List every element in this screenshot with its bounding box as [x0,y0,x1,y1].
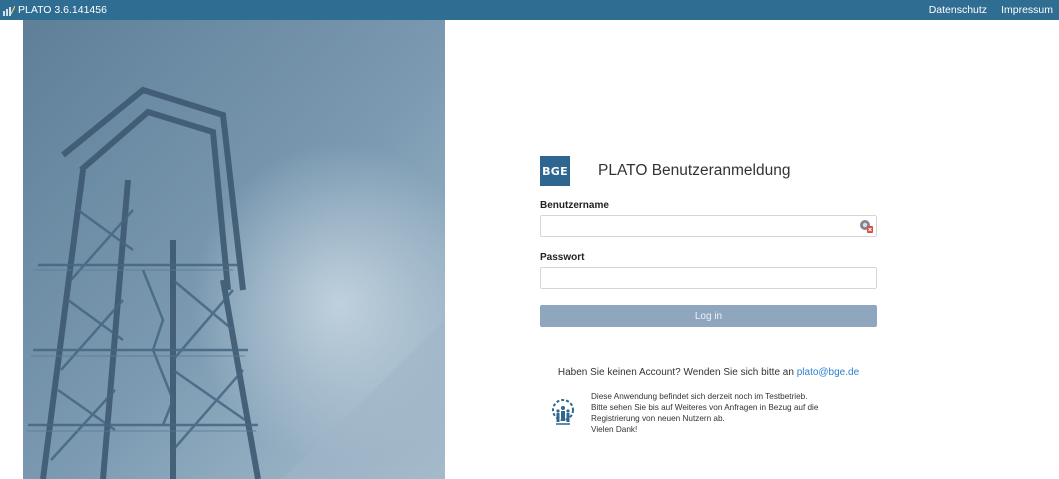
username-label: Benutzername [540,200,609,211]
password-field-wrapper [540,267,877,289]
login-title: PLATO Benutzeranmeldung [598,162,791,179]
hero-illustration [23,20,445,479]
support-email-link[interactable]: plato@bge.de [797,367,859,378]
test-mode-notice: Diese Anwendung befindet sich derzeit no… [550,391,877,435]
password-input[interactable] [540,267,877,289]
password-label: Passwort [540,252,585,263]
username-field-wrapper [540,215,877,237]
username-input[interactable] [540,215,877,237]
app-version-label: PLATO 3.6.141456 [18,4,107,16]
imprint-link[interactable]: Impressum [1001,4,1053,16]
top-bar: PLATO 3.6.141456 Datenschutz Impressum [0,0,1059,20]
bge-logo: BGE [540,156,570,186]
info-line: Registrierung von neuen Nutzern ab. [591,414,725,423]
info-line: Bitte sehen Sie bis auf Weiteres von Anf… [591,403,819,412]
test-mode-text: Diese Anwendung befindet sich derzeit no… [591,391,818,435]
team-gear-icon [552,399,574,425]
app-logo-icon [3,5,15,16]
info-line: Vielen Dank! [591,425,638,434]
privacy-link[interactable]: Datenschutz [929,4,987,16]
login-button[interactable]: Log in [540,305,877,327]
login-panel: BGE PLATO Benutzeranmeldung Benutzername… [540,156,877,435]
app-brand: PLATO 3.6.141456 [3,4,107,16]
login-header: BGE PLATO Benutzeranmeldung [540,156,877,186]
top-links: Datenschutz Impressum [929,4,1053,16]
password-manager-icon[interactable] [859,219,873,233]
headframe-hero-image [23,20,445,479]
account-note: Haben Sie keinen Account? Wenden Sie sic… [540,367,877,378]
account-note-text: Haben Sie keinen Account? Wenden Sie sic… [557,367,794,378]
info-line: Diese Anwendung befindet sich derzeit no… [591,392,808,401]
